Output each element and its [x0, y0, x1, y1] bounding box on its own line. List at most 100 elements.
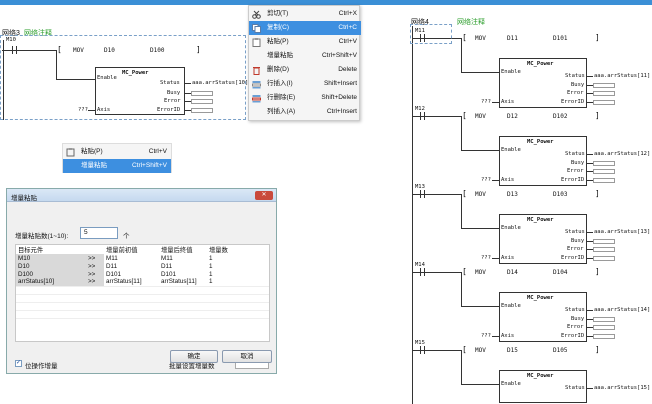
table-cell[interactable]: arrStatus[11] — [159, 278, 207, 286]
context-menu-item[interactable]: 行插入(I) Shift+Insert — [249, 77, 361, 91]
menu-item-shortcut: Ctrl+X — [338, 10, 357, 17]
table-row[interactable]: D10 >> D11 D11 1 — [16, 262, 269, 270]
table-cell[interactable]: D101 — [159, 270, 207, 278]
busy-output[interactable] — [593, 161, 615, 166]
dialog-close-button[interactable]: ✕ — [255, 191, 273, 200]
table-row[interactable]: arrStatus[10] >> arrStatus[11] arrStatus[11… — [16, 278, 269, 286]
scissors-icon — [252, 10, 261, 19]
axis-input[interactable]: ??? — [481, 333, 491, 339]
menu-item-paste[interactable]: 粘贴(P) Ctrl+V — [63, 145, 171, 159]
errorid-output[interactable] — [593, 256, 615, 261]
context-menu-item[interactable]: 增量粘贴 Ctrl+Shift+V — [249, 49, 361, 63]
fb-error: Error — [567, 90, 584, 96]
menu-item-incremental-paste[interactable]: 增量粘贴 Ctrl+Shift+V — [63, 159, 171, 173]
mov-op[interactable]: MOV — [475, 35, 486, 42]
contact-symbol[interactable] — [420, 190, 421, 198]
fb-enable: Enable — [501, 303, 521, 309]
mov-dst[interactable]: D104 — [553, 269, 567, 276]
error-output[interactable] — [593, 325, 615, 330]
selected-rung-box[interactable] — [410, 24, 452, 44]
status-output[interactable]: aaa.arrStatus[12] — [594, 151, 650, 157]
table-row[interactable]: D100 >> D101 D101 1 — [16, 270, 269, 278]
contact-symbol[interactable] — [420, 268, 421, 276]
errorid-output[interactable] — [593, 178, 615, 183]
status-output[interactable]: aaa.arrStatus[14] — [594, 307, 650, 313]
mov-src[interactable]: D15 — [507, 347, 518, 354]
context-menu-item[interactable]: 行删除(E) Shift+Delete — [249, 91, 361, 105]
bit-op-checkbox[interactable]: ✓ — [15, 360, 22, 367]
busy-output[interactable] — [593, 239, 615, 244]
table-cell[interactable]: 1 — [207, 270, 269, 278]
fb-name: MC_Power — [122, 70, 149, 76]
mov-op[interactable]: MOV — [475, 191, 486, 198]
contact-symbol-right — [424, 346, 425, 354]
axis-input[interactable]: ??? — [481, 177, 491, 183]
error-output[interactable] — [593, 247, 615, 252]
menu-item-label: 粘贴(P) — [267, 38, 289, 45]
errorid-output[interactable] — [593, 334, 615, 339]
mov-op[interactable]: MOV — [475, 269, 486, 276]
mov-dst[interactable]: D102 — [553, 113, 567, 120]
mov-op[interactable]: MOV — [475, 347, 486, 354]
errorid-output[interactable] — [191, 108, 213, 113]
axis-input[interactable]: ??? — [481, 255, 491, 261]
table-cell[interactable]: M11 — [104, 254, 159, 262]
table-cell[interactable]: M11 — [159, 254, 207, 262]
mov-dst[interactable]: D101 — [553, 35, 567, 42]
table-cell[interactable]: D101 — [104, 270, 159, 278]
cancel-button[interactable]: 取消 — [222, 350, 272, 363]
table-cell[interactable]: 1 — [207, 254, 269, 262]
axis-input[interactable]: ??? — [78, 107, 88, 113]
error-output[interactable] — [191, 99, 213, 104]
mov-src[interactable]: D14 — [507, 269, 518, 276]
menu-item-shortcut: Shift+Delete — [321, 94, 357, 101]
busy-output[interactable] — [191, 91, 213, 96]
status-output[interactable]: aaa.arrStatus[11] — [594, 73, 650, 79]
table-cell[interactable]: 1 — [207, 278, 269, 286]
table-cell: D100 — [16, 270, 86, 278]
menu-item-shortcut: Shift+Insert — [323, 80, 357, 87]
table-cell[interactable]: D11 — [159, 262, 207, 270]
contact-symbol[interactable] — [12, 46, 13, 54]
mov-src[interactable]: D12 — [507, 113, 518, 120]
mov-dst[interactable]: D100 — [150, 47, 164, 54]
status-output[interactable]: aaa.arrStatus[10] — [192, 80, 248, 86]
status-output[interactable]: aaa.arrStatus[13] — [594, 229, 650, 235]
busy-output[interactable] — [593, 317, 615, 322]
mov-src[interactable]: D11 — [507, 35, 518, 42]
menu-item-shortcut: Ctrl+V — [338, 38, 357, 45]
mov-dst[interactable]: D103 — [553, 191, 567, 198]
status-output[interactable]: aaa.arrStatus[15] — [594, 385, 650, 391]
mov-op[interactable]: MOV — [73, 47, 84, 54]
axis-line — [492, 258, 499, 259]
error-output[interactable] — [593, 91, 615, 96]
context-menu-item[interactable]: 列插入(A) Ctrl+Insert — [249, 105, 361, 119]
ok-button[interactable]: 确定 — [170, 350, 218, 363]
axis-input[interactable]: ??? — [481, 99, 491, 105]
mov-op[interactable]: MOV — [475, 113, 486, 120]
mov-src[interactable]: D10 — [104, 47, 115, 54]
contact-symbol[interactable] — [420, 112, 421, 120]
table-row[interactable]: M10 >> M11 M11 1 — [16, 254, 269, 262]
menu-item-label: 复制(C) — [267, 24, 290, 31]
mov-src[interactable]: D13 — [507, 191, 518, 198]
mov-dst[interactable]: D105 — [553, 347, 567, 354]
mov-bracket-open: [ — [462, 33, 467, 42]
table-row-empty — [16, 301, 269, 310]
table-cell[interactable]: 1 — [207, 262, 269, 270]
errorid-output[interactable] — [593, 100, 615, 105]
menu-item-shortcut: Delete — [338, 66, 357, 73]
table-row-empty — [16, 293, 269, 302]
context-menu-item[interactable]: 删除(D) Delete — [249, 63, 361, 77]
table-cell[interactable]: arrStatus[11] — [104, 278, 159, 286]
error-output[interactable] — [593, 169, 615, 174]
count-input[interactable]: 5 — [80, 227, 118, 239]
incremental-paste-dialog: 增量粘贴 ✕ 增量粘贴数(1~10): 5 个 目标元件 增量前初值 增量后终值… — [6, 188, 277, 374]
context-menu-item[interactable]: 复制(C) Ctrl+C — [249, 21, 361, 35]
contact-symbol[interactable] — [420, 346, 421, 354]
table-cell[interactable]: D11 — [104, 262, 159, 270]
context-menu-item[interactable]: 粘贴(P) Ctrl+V — [249, 35, 361, 49]
context-menu-item[interactable]: 剪切(T) Ctrl+X — [249, 7, 361, 21]
busy-output[interactable] — [593, 83, 615, 88]
rung-branch — [461, 116, 462, 150]
